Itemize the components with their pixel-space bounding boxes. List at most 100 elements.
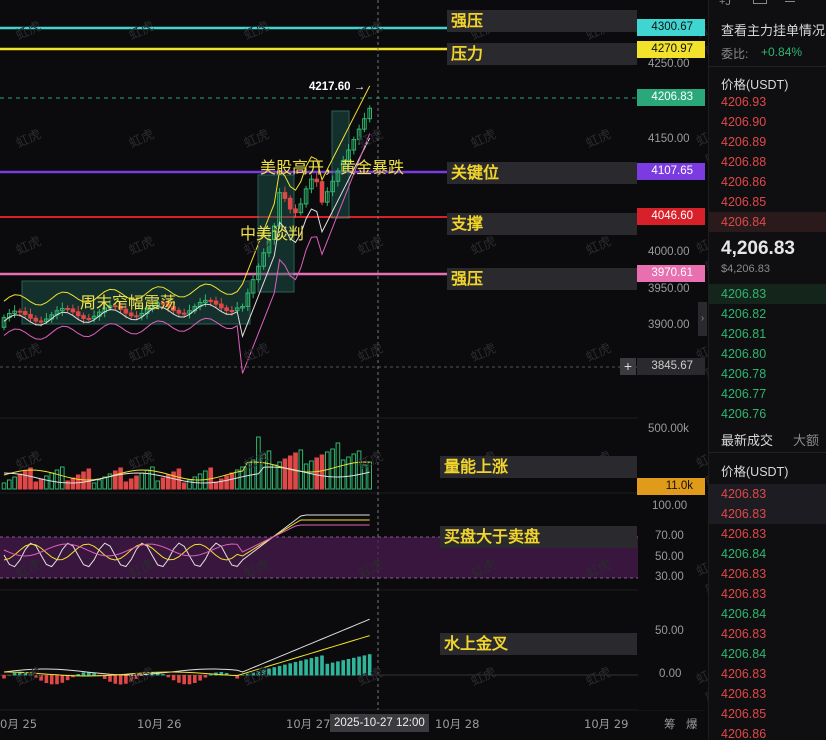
candle-body xyxy=(282,192,288,199)
ask-row[interactable]: 4206.89 xyxy=(721,135,766,149)
order-book-panel: +J 查看主力挂单情况 委比: +0.84% 价格(USDT) 4206.93 4… xyxy=(708,0,826,740)
tab-large-trades[interactable]: 大额 xyxy=(793,430,819,449)
annotation-strong-resistance-low: 强压 xyxy=(447,268,637,290)
x-axis-label: 10月 29 xyxy=(584,717,629,731)
toolbar-chip-icon[interactable]: 筹 xyxy=(664,716,676,732)
volume-bar xyxy=(287,455,293,490)
price-axis-label: 4150.00 xyxy=(648,133,690,145)
toolbar-chip-icon[interactable]: 爆 xyxy=(686,716,698,732)
volume-bar xyxy=(102,476,108,490)
volume-bar xyxy=(118,467,123,490)
volume-bar xyxy=(213,481,219,490)
ask-row[interactable]: 4206.93 xyxy=(721,95,766,109)
volume-bar xyxy=(219,478,224,490)
volume-bar xyxy=(346,456,351,490)
volume-bar xyxy=(314,457,319,490)
macd-axis-label: 0.00 xyxy=(659,668,682,680)
macd-bar xyxy=(283,664,287,676)
bid-row[interactable]: 4206.83 xyxy=(721,287,766,301)
collapse-panel-handle[interactable]: › xyxy=(698,302,707,336)
minimize-icon[interactable] xyxy=(785,0,795,2)
macd-bar xyxy=(325,663,330,676)
macd-bar xyxy=(193,675,197,684)
macd-bar xyxy=(177,675,181,683)
price-axis-label: 3900.00 xyxy=(648,319,690,331)
ask-row[interactable]: 4206.85 xyxy=(721,195,766,209)
volume-bar xyxy=(139,472,145,490)
macd-bar xyxy=(113,675,118,684)
price-axis-label: 3950.00 xyxy=(648,283,690,295)
price-tag-current: 4206.83 xyxy=(637,89,705,106)
macd-bar xyxy=(161,674,165,676)
volume-bar xyxy=(325,451,330,490)
candle-body xyxy=(229,309,235,312)
bid-row[interactable]: 4206.80 xyxy=(721,347,766,361)
bid-row[interactable]: 4206.81 xyxy=(721,327,766,341)
panel-title[interactable]: 查看主力挂单情况 xyxy=(721,20,825,39)
macd-axis-label: 50.00 xyxy=(655,625,684,637)
macd-bar xyxy=(314,656,319,676)
tab-latest-trades[interactable]: 最新成交 xyxy=(721,430,773,449)
candle-body xyxy=(65,307,70,310)
price-axis-label: 4000.00 xyxy=(648,246,690,258)
trade-row: 4206.83 xyxy=(721,627,767,641)
annotation-key-level: 关键位 xyxy=(447,162,637,184)
macd-bar xyxy=(208,674,213,676)
macd-bar xyxy=(44,675,49,684)
price-chart[interactable]: 虹虎 虹虎 虹虎 虹虎 虹虎 虹虎 虹虎 虹虎 虹虎 虹虎 虹虎 虹虎 虹虎 虹虎 虹虎 虹虎 虹虎 虹虎 虹虎 虹虎… xyxy=(0,0,720,740)
price-tag-strong-resistance-low: 3970.61 xyxy=(637,265,705,282)
volume-bar xyxy=(134,475,139,490)
macd-bar xyxy=(81,672,86,676)
macd-bar xyxy=(299,660,303,676)
x-axis-label: 10月 26 xyxy=(137,717,182,731)
volume-bar xyxy=(298,449,304,490)
ask-row[interactable]: 4206.88 xyxy=(721,155,766,169)
price-axis-label: 4250.00 xyxy=(648,58,690,70)
x-axis-label: 10月 28 xyxy=(435,717,480,731)
candle-body xyxy=(28,313,33,319)
price-tag-key-level: 4107.65 xyxy=(637,163,705,180)
candle-body xyxy=(213,300,219,305)
macd-bar xyxy=(320,655,324,676)
volume-bar xyxy=(17,473,23,490)
trades-price-header: 价格(USDT) xyxy=(721,465,789,479)
volume-bar xyxy=(38,478,44,490)
bid-row[interactable]: 4206.77 xyxy=(721,387,766,401)
trade-row: 4206.84 xyxy=(721,547,767,561)
window-icon[interactable] xyxy=(753,0,767,4)
x-axis-label: 10月 27 xyxy=(286,717,331,731)
macd-bar xyxy=(341,660,345,676)
macd-bar xyxy=(171,675,176,681)
band-upper xyxy=(3,85,371,306)
macd-line xyxy=(3,618,370,676)
top-toolbar-text: +J xyxy=(719,0,731,8)
ask-row[interactable]: 4206.90 xyxy=(721,115,766,129)
bid-row[interactable]: 4206.82 xyxy=(721,307,766,321)
macd-bar xyxy=(2,675,6,679)
macd-bar xyxy=(187,675,192,685)
candle-body xyxy=(38,320,44,323)
volume-bar xyxy=(91,482,97,490)
volume-bar xyxy=(1,482,7,490)
candle-body xyxy=(33,317,39,322)
macd-bar xyxy=(198,675,202,681)
macd-bar xyxy=(49,675,54,685)
candle-body xyxy=(219,303,224,309)
macd-bar xyxy=(76,674,80,676)
ask-row[interactable]: 4206.86 xyxy=(721,175,766,189)
chart-canvas[interactable] xyxy=(0,0,705,740)
volume-bar xyxy=(319,454,325,490)
rsi-axis-label: 100.00 xyxy=(652,500,688,512)
volume-bar xyxy=(234,469,240,490)
macd-bar xyxy=(293,662,298,676)
macd-bar xyxy=(55,675,59,685)
bid-row[interactable]: 4206.78 xyxy=(721,367,766,381)
ask-row[interactable]: 4206.84 xyxy=(721,215,766,229)
add-alert-icon[interactable]: + xyxy=(620,358,636,375)
crosshair-time-label: 2025-10-27 12:00 xyxy=(330,714,429,732)
bid-row[interactable]: 4206.76 xyxy=(721,407,766,421)
macd-bar xyxy=(7,675,12,676)
candle-body xyxy=(314,178,319,183)
note-talks: 中美谈判 xyxy=(240,224,305,243)
ratio-label: 委比: xyxy=(721,47,749,61)
